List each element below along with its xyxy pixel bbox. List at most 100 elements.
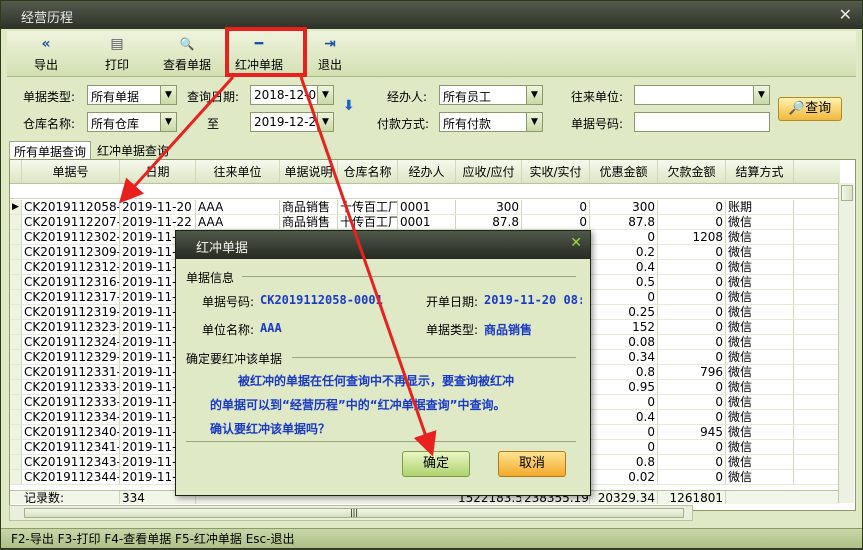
cell-settlement: 微信 [726,335,794,349]
cell-settlement: 微信 [726,440,794,454]
partner-label: 往来单位: [571,90,624,104]
cell-warehouse: 十传百工厂 [340,200,398,214]
docno-input[interactable] [634,112,770,132]
pay-select[interactable]: 所有付款 ▼ [439,112,543,132]
cell-discount: 152 [590,320,658,334]
row-indicator [10,320,22,334]
column-header-description[interactable]: 单据说明 [280,160,338,183]
cell-debt: 0 [658,245,726,259]
column-header-doc-no[interactable]: 单据号 [22,160,120,183]
print-button[interactable]: ▤ 打印 [99,35,135,75]
column-header-warehouse[interactable]: 仓库名称 [338,160,398,183]
row-indicator [10,425,22,439]
column-header-settlement[interactable]: 结算方式 [726,160,794,183]
docno-value: CK2019112058-0001 [260,293,383,307]
cell-handler: 0001 [398,200,456,214]
date-from-value: 2018-12-01 [254,88,324,102]
exit-icon: ⇥ [324,36,336,52]
warehouse-value: 所有仓库 [91,117,140,131]
row-indicator [10,305,22,319]
tab-red-reverse[interactable]: 红冲单据查询 [93,141,173,159]
cell-debt: 0 [658,455,726,469]
close-icon[interactable]: ✕ [570,235,582,251]
divider [292,357,576,358]
column-header-partner[interactable]: 往来单位 [196,160,280,183]
row-indicator [10,410,22,424]
warning-line-1: 被红冲的单据在任何查询中不再显示，要查询被红冲 [238,374,515,388]
total-debt: 1261801 [658,491,726,504]
row-indicator [10,350,22,364]
tab-all-documents[interactable]: 所有单据查询 [9,141,92,159]
chevron-down-icon: ▼ [526,86,542,104]
chevron-down-icon: ▼ [526,113,542,131]
cell-discount: 0.4 [590,410,658,424]
partner-select[interactable]: ▼ [634,85,770,105]
close-icon[interactable]: ✕ [839,5,852,24]
doc-type-select[interactable]: 所有单据 ▼ [87,85,177,105]
export-button[interactable]: « 导出 [29,35,63,75]
dialog-body: 单据信息 单据号码: CK2019112058-0001 开单日期: 2019-… [180,261,586,493]
exit-button[interactable]: ⇥ 退出 [313,35,347,75]
document-search-icon: 🔍 [179,37,195,51]
cell-debt: 0 [658,305,726,319]
table-row[interactable]: ▶CK2019112058-00012019-11-20 08AAA商品销售十传… [10,200,840,215]
cell-settlement: 微信 [726,395,794,409]
cancel-button[interactable]: 取消 [498,451,566,477]
horizontal-scrollbar[interactable]: ||| [9,505,693,521]
date-to-input[interactable]: 2019-12-24 ▼ [250,112,334,132]
open-date-value: 2019-11-20 08: [484,293,582,307]
table-row[interactable]: CK2019112207-00012019-11-22 15AAA商品销售十传百… [10,215,840,230]
record-count-label: 记录数: [22,491,120,504]
cell-doc-no: CK2019112207-0001 [22,215,120,229]
row-indicator [10,395,22,409]
scroll-thumb[interactable] [841,185,853,201]
exit-label: 退出 [317,58,342,72]
vertical-scrollbar[interactable] [838,183,854,503]
window-title: 经营历程 [21,11,74,26]
view-document-label: 查看单据 [162,58,211,72]
grid-filter-row[interactable] [10,184,840,199]
column-header-receivable[interactable]: 应收/应付 [456,160,522,183]
cell-debt: 796 [658,365,726,379]
cell-discount: 87.8 [590,215,658,229]
column-header-handler[interactable]: 经办人 [398,160,456,183]
divider [242,276,576,277]
warning-line-2: 的单据可以到“经营历程”中的“红冲单据查询”中查询。 [210,398,506,412]
cell-settlement: 微信 [726,230,794,244]
total-discount: 20329.34 [590,491,658,504]
column-header-debt[interactable]: 欠款金额 [658,160,726,183]
cell-debt: 0 [658,215,726,229]
cell-debt: 0 [658,260,726,274]
column-header-discount[interactable]: 优惠金额 [590,160,658,183]
query-label: 查询 [805,101,832,116]
cell-settlement: 微信 [726,350,794,364]
cell-doc-no: CK2019112333-0011 [22,395,120,409]
info-section-title: 单据信息 [186,271,235,285]
cell-partner: AAA [196,215,280,229]
cell-debt: 0 [658,410,726,424]
cell-settlement: 微信 [726,365,794,379]
status-bar: F2-导出 F3-打印 F4-查看单据 F5-红冲单据 Esc-退出 [1,528,862,548]
cell-doc-no: CK2019112343-0011 [22,455,120,469]
cell-discount: 0.95 [590,380,658,394]
confirm-button[interactable]: 确定 [402,451,470,477]
query-button[interactable]: 🔎查询 [778,97,842,121]
column-header-date[interactable]: 日期 [120,160,196,183]
view-document-button[interactable]: 🔍 查看单据 [159,35,215,75]
toolbar: « 导出 ▤ 打印 🔍 查看单据 ━ 红冲单据 ⇥ 退出 [7,31,856,77]
cell-doc-no: CK2019112340-0001 [22,425,120,439]
column-header-received[interactable]: 实收/实付 [522,160,590,183]
cell-doc-no: CK2019112333-0001 [22,380,120,394]
date-from-input[interactable]: 2018-12-01 ▼ [250,85,334,105]
warehouse-select[interactable]: 所有仓库 ▼ [87,112,177,132]
handler-select[interactable]: 所有员工 ▼ [439,85,543,105]
cell-doc-no: CK2019112344-0001 [22,470,120,484]
cell-doc-no: CK2019112309-0011 [22,245,120,259]
cell-receivable: 300 [456,200,522,214]
cell-doc-no: CK2019112324-0001 [22,335,120,349]
docno-label: 单据号码: [202,295,255,309]
scroll-thumb[interactable]: ||| [24,508,684,518]
row-indicator [10,275,22,289]
cell-settlement: 微信 [726,410,794,424]
row-indicator [10,380,22,394]
